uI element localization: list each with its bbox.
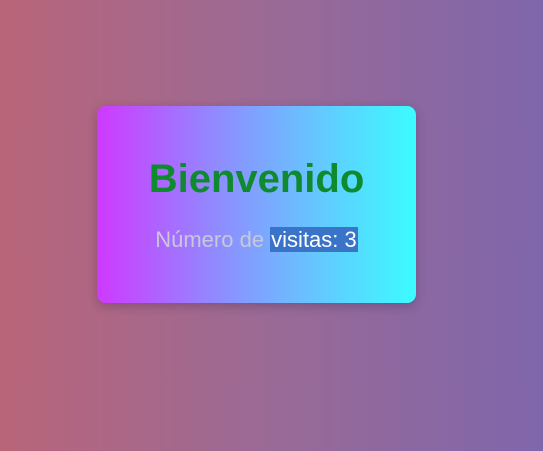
selected-visit-count-text[interactable]: visitas: 3 xyxy=(270,227,358,252)
visit-count-prefix: Número de xyxy=(155,227,271,252)
visit-count-text: Número de visitas: 3 xyxy=(97,227,416,253)
welcome-card: Bienvenido Número de visitas: 3 xyxy=(97,106,416,303)
welcome-title: Bienvenido xyxy=(148,157,365,201)
